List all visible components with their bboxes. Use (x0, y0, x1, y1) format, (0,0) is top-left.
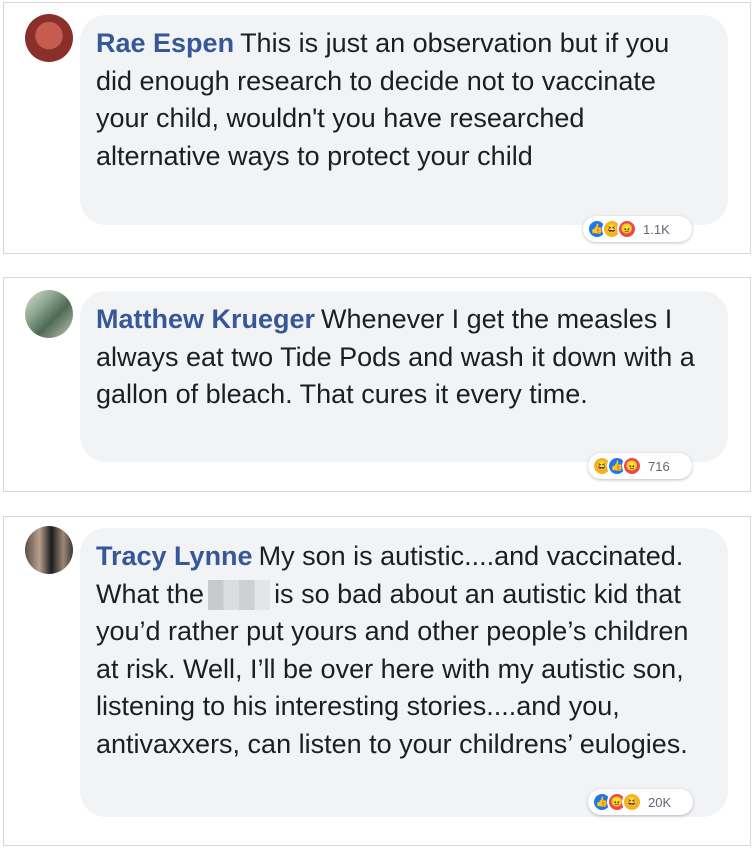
haha-icon: 😆 (622, 792, 642, 812)
reaction-count: 20K (648, 794, 672, 810)
reactions-summary[interactable]: 😆 👍 😠 716 (588, 453, 692, 479)
avatar[interactable] (25, 526, 73, 574)
comment-author-link[interactable]: Rae Espen (96, 28, 234, 58)
avatar[interactable] (25, 290, 73, 338)
angry-icon: 😠 (622, 456, 642, 476)
avatar[interactable] (25, 14, 73, 62)
comment-bubble: Matthew Krueger Whenever I get the measle… (80, 291, 728, 462)
reaction-count: 716 (648, 458, 670, 474)
reaction-count: 1.1K (643, 221, 670, 237)
angry-icon: 😠 (617, 219, 637, 239)
reactions-summary[interactable]: 👍 😆 😠 1.1K (583, 216, 692, 242)
comment-author-link[interactable]: Tracy Lynne (96, 541, 253, 571)
reactions-summary[interactable]: 👍 😠 😆 20K (588, 789, 693, 815)
comment-bubble: Tracy Lynne My son is autistic....and vac… (80, 528, 728, 817)
censored-word-block (208, 580, 271, 611)
comment-bubble: Rae Espen This is just an observation but… (80, 15, 728, 225)
comment-author-link[interactable]: Matthew Krueger (96, 304, 315, 334)
